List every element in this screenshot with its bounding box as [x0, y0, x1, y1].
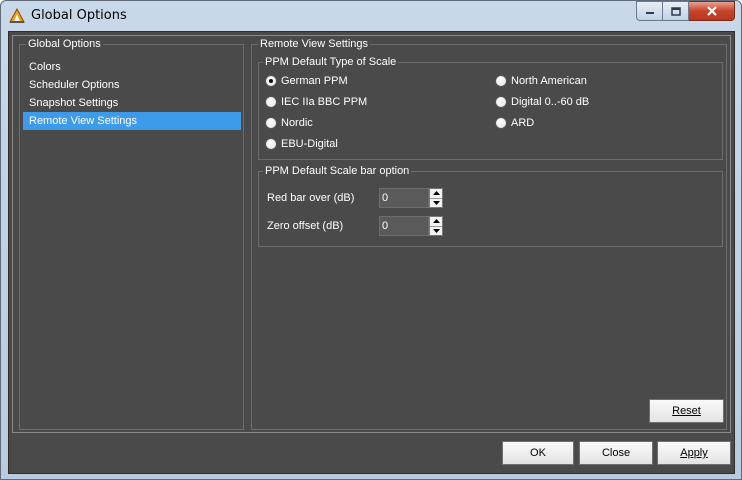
remote-view-group-label: Remote View Settings: [258, 38, 371, 51]
caption-buttons: [636, 1, 735, 21]
nav-item-snapshot-settings[interactable]: Snapshot Settings: [23, 94, 241, 112]
scale-bar-group-label: PPM Default Scale bar option: [263, 165, 412, 178]
radio-nordic[interactable]: Nordic: [265, 115, 313, 131]
scale-type-group: PPM Default Type of Scale German PPM IEC…: [258, 56, 723, 160]
arrow-up-icon: [432, 191, 440, 196]
radio-button-indicator: [265, 117, 277, 129]
reset-button-label: Reset: [672, 405, 701, 417]
zero-offset-decrement-button[interactable]: [430, 227, 442, 236]
nav-group-label: Global Options: [26, 38, 103, 51]
minimize-icon: [645, 12, 654, 14]
radio-ebu-digital[interactable]: EBU-Digital: [265, 136, 338, 152]
radio-button-indicator: [265, 138, 277, 150]
window-title: Global Options: [31, 8, 127, 23]
radio-button-indicator: [495, 117, 507, 129]
options-nav-list: Colors Scheduler Options Snapshot Settin…: [23, 58, 241, 130]
title-bar[interactable]: Global Options: [1, 1, 741, 31]
radio-label: Nordic: [281, 117, 313, 129]
radio-label: German PPM: [281, 75, 348, 87]
apply-button[interactable]: Apply: [657, 441, 731, 465]
global-options-window: Global Options Global Options Colors Sch…: [0, 0, 742, 480]
radio-german-ppm[interactable]: German PPM: [265, 73, 348, 89]
reset-button[interactable]: Reset: [649, 399, 724, 423]
remote-view-settings-panel: Remote View Settings PPM Default Type of…: [251, 38, 727, 430]
minimize-button[interactable]: [636, 1, 663, 21]
radio-label: ARD: [511, 117, 535, 129]
apply-button-label: Apply: [680, 447, 708, 459]
scale-bar-group: PPM Default Scale bar option Red bar ove…: [258, 165, 723, 247]
arrow-down-icon: [432, 228, 440, 233]
radio-label: North American: [511, 75, 587, 87]
zero-offset-increment-button[interactable]: [430, 217, 442, 227]
maximize-icon: [670, 6, 681, 16]
radio-iec-iia-bbc-ppm[interactable]: IEC IIa BBC PPM: [265, 94, 367, 110]
dialog-client-area: Global Options Colors Scheduler Options …: [8, 31, 735, 474]
red-bar-spin-buttons: [429, 188, 443, 208]
radio-button-indicator: [265, 75, 277, 87]
zero-offset-spinbox: [379, 216, 445, 236]
close-window-button[interactable]: [689, 1, 735, 21]
nav-item-remote-view-settings[interactable]: Remote View Settings: [23, 112, 241, 130]
radio-button-indicator: [265, 96, 277, 108]
options-nav-panel: Global Options Colors Scheduler Options …: [19, 38, 244, 430]
radio-label: Digital 0..-60 dB: [511, 96, 590, 108]
red-bar-input[interactable]: [379, 188, 429, 208]
ok-button-label: OK: [530, 447, 546, 459]
close-button-label: Close: [601, 447, 631, 459]
radio-label: EBU-Digital: [281, 138, 338, 150]
zero-offset-row: Zero offset (dB): [267, 216, 445, 236]
zero-offset-input[interactable]: [379, 216, 429, 236]
radio-north-american[interactable]: North American: [495, 73, 587, 89]
arrow-down-icon: [432, 200, 440, 205]
radio-button-indicator: [495, 75, 507, 87]
nav-item-scheduler-options[interactable]: Scheduler Options: [23, 76, 241, 94]
red-bar-increment-button[interactable]: [430, 189, 442, 199]
red-bar-spinbox: [379, 188, 445, 208]
zero-offset-label: Zero offset (dB): [267, 220, 344, 232]
radio-digital-0-60-db[interactable]: Digital 0..-60 dB: [495, 94, 589, 110]
close-icon: [706, 6, 717, 16]
nav-item-colors[interactable]: Colors: [23, 58, 241, 76]
arrow-up-icon: [432, 219, 440, 224]
options-frame: Global Options Colors Scheduler Options …: [12, 35, 731, 433]
red-bar-decrement-button[interactable]: [430, 199, 442, 208]
scale-type-group-label: PPM Default Type of Scale: [263, 56, 399, 69]
red-bar-label: Red bar over (dB): [267, 192, 355, 204]
zero-offset-spin-buttons: [429, 216, 443, 236]
radio-button-indicator: [495, 96, 507, 108]
maximize-button[interactable]: [663, 1, 689, 21]
ok-button[interactable]: OK: [502, 441, 574, 465]
radio-ard[interactable]: ARD: [495, 115, 534, 131]
app-logo-icon: [9, 8, 25, 23]
radio-label: IEC IIa BBC PPM: [281, 96, 368, 108]
close-button[interactable]: Close: [579, 441, 653, 465]
red-bar-row: Red bar over (dB): [267, 188, 445, 208]
